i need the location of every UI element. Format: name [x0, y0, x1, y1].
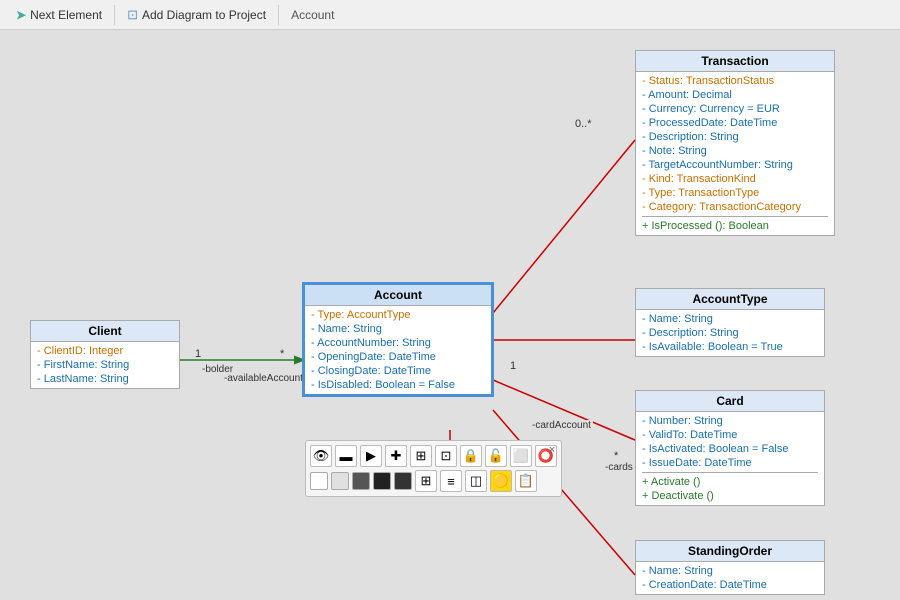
mult-0star: 0..* — [575, 118, 592, 130]
account-field-4: - ClosingDate: DateTime — [311, 364, 485, 378]
palette-lock-btn[interactable]: 🔒 — [460, 445, 482, 467]
account-body: - Type: AccountType - Name: String - Acc… — [305, 306, 491, 394]
mult-star-card: * — [614, 450, 618, 462]
palette-eye-btn[interactable]: 👁 — [310, 445, 332, 467]
palette-lines-btn[interactable]: ≡ — [440, 470, 462, 492]
mult-1-card: 1 — [510, 360, 516, 372]
palette-rect-btn[interactable]: ⬜ — [510, 445, 532, 467]
palette-plus-btn[interactable]: ✚ — [385, 445, 407, 467]
client-title: Client — [31, 321, 179, 342]
so-body: - Name: String - CreationDate: DateTime — [636, 562, 824, 594]
so-field-1: - CreationDate: DateTime — [642, 578, 818, 592]
palette-close-button[interactable]: × — [545, 443, 559, 457]
t-field-6: - TargetAccountNumber: String — [642, 158, 828, 172]
canvas: 1 * 0..* 1 * -bolder -availableAccounts … — [0, 30, 900, 600]
account-field-2: - AccountNumber: String — [311, 336, 485, 350]
account-box[interactable]: Account - Type: AccountType - Name: Stri… — [303, 283, 493, 396]
client-field-1: - FirstName: String — [37, 358, 173, 372]
t-divider — [642, 216, 828, 217]
color-darker[interactable] — [394, 472, 412, 490]
t-field-0: - Status: TransactionStatus — [642, 74, 828, 88]
palette-play-btn[interactable]: ▶ — [360, 445, 382, 467]
palette-yellow-btn[interactable]: 🟡 — [490, 470, 512, 492]
t-field-4: - Description: String — [642, 130, 828, 144]
palette-grid2-btn[interactable]: ⊞ — [415, 470, 437, 492]
t-method-0: + IsProcessed (): Boolean — [642, 219, 828, 233]
color-light[interactable] — [331, 472, 349, 490]
palette-split-btn[interactable]: ◫ — [465, 470, 487, 492]
account-field-5: - IsDisabled: Boolean = False — [311, 378, 485, 392]
transaction-box[interactable]: Transaction - Status: TransactionStatus … — [635, 50, 835, 236]
color-dark[interactable] — [373, 472, 391, 490]
c-field-3: - IssueDate: DateTime — [642, 456, 818, 470]
accounttype-title: AccountType — [636, 289, 824, 310]
separator-1 — [114, 5, 115, 25]
at-field-1: - Description: String — [642, 326, 818, 340]
arrow-right-icon: ➤ — [16, 8, 26, 22]
at-field-0: - Name: String — [642, 312, 818, 326]
client-box[interactable]: Client - ClientID: Integer - FirstName: … — [30, 320, 180, 389]
c-field-0: - Number: String — [642, 414, 818, 428]
at-field-2: - IsAvailable: Boolean = True — [642, 340, 818, 354]
color-white[interactable] — [310, 472, 328, 490]
t-field-2: - Currency: Currency = EUR — [642, 102, 828, 116]
palette-minus-btn[interactable]: ▬ — [335, 445, 357, 467]
add-diagram-icon: ⊡ — [127, 7, 138, 23]
t-field-8: - Type: TransactionType — [642, 186, 828, 200]
role-cards: -cards — [603, 462, 635, 473]
mult-star-right: * — [280, 348, 284, 360]
add-diagram-button[interactable]: ⊡ Add Diagram to Project — [119, 3, 274, 27]
color-mid[interactable] — [352, 472, 370, 490]
standingorder-box[interactable]: StandingOrder - Name: String - CreationD… — [635, 540, 825, 595]
transaction-body: - Status: TransactionStatus - Amount: De… — [636, 72, 834, 235]
card-body: - Number: String - ValidTo: DateTime - I… — [636, 412, 824, 505]
transaction-title: Transaction — [636, 51, 834, 72]
palette-clipboard-btn[interactable]: 📋 — [515, 470, 537, 492]
c-divider — [642, 472, 818, 473]
account-field-1: - Name: String — [311, 322, 485, 336]
t-field-5: - Note: String — [642, 144, 828, 158]
t-field-3: - ProcessedDate: DateTime — [642, 116, 828, 130]
card-title: Card — [636, 391, 824, 412]
palette-row-1: 👁 ▬ ▶ ✚ ⊞ ⊡ 🔒 🔓 ⬜ ⭕ — [310, 445, 557, 467]
t-field-7: - Kind: TransactionKind — [642, 172, 828, 186]
accounttype-box[interactable]: AccountType - Name: String - Description… — [635, 288, 825, 357]
t-field-1: - Amount: Decimal — [642, 88, 828, 102]
c-method-1: + Deactivate () — [642, 489, 818, 503]
c-field-1: - ValidTo: DateTime — [642, 428, 818, 442]
palette-grid-btn[interactable]: ⊞ — [410, 445, 432, 467]
c-method-0: + Activate () — [642, 475, 818, 489]
account-title: Account — [305, 285, 491, 306]
t-field-9: - Category: TransactionCategory — [642, 200, 828, 214]
role-cardaccount: -cardAccount — [530, 420, 593, 431]
palette-table-btn[interactable]: ⊡ — [435, 445, 457, 467]
breadcrumb: Account — [283, 4, 342, 26]
so-field-0: - Name: String — [642, 564, 818, 578]
accounttype-body: - Name: String - Description: String - I… — [636, 310, 824, 356]
client-body: - ClientID: Integer - FirstName: String … — [31, 342, 179, 388]
c-field-2: - IsActivated: Boolean = False — [642, 442, 818, 456]
client-field-2: - LastName: String — [37, 372, 173, 386]
toolbar: ➤ Next Element ⊡ Add Diagram to Project … — [0, 0, 900, 30]
role-available: -availableAccounts — [222, 373, 310, 384]
separator-2 — [278, 5, 279, 25]
account-field-0: - Type: AccountType — [311, 308, 485, 322]
client-field-0: - ClientID: Integer — [37, 344, 173, 358]
add-diagram-label: Add Diagram to Project — [142, 8, 266, 22]
palette-unlock-btn[interactable]: 🔓 — [485, 445, 507, 467]
card-box[interactable]: Card - Number: String - ValidTo: DateTim… — [635, 390, 825, 506]
mult-1-left: 1 — [195, 348, 201, 360]
element-palette: × 👁 ▬ ▶ ✚ ⊞ ⊡ 🔒 🔓 ⬜ ⭕ ⊞ ≡ ◫ 🟡 📋 — [305, 440, 562, 497]
so-title: StandingOrder — [636, 541, 824, 562]
account-field-3: - OpeningDate: DateTime — [311, 350, 485, 364]
palette-row-2: ⊞ ≡ ◫ 🟡 📋 — [310, 470, 557, 492]
next-element-label: Next Element — [30, 8, 102, 22]
next-element-button[interactable]: ➤ Next Element — [8, 4, 110, 26]
